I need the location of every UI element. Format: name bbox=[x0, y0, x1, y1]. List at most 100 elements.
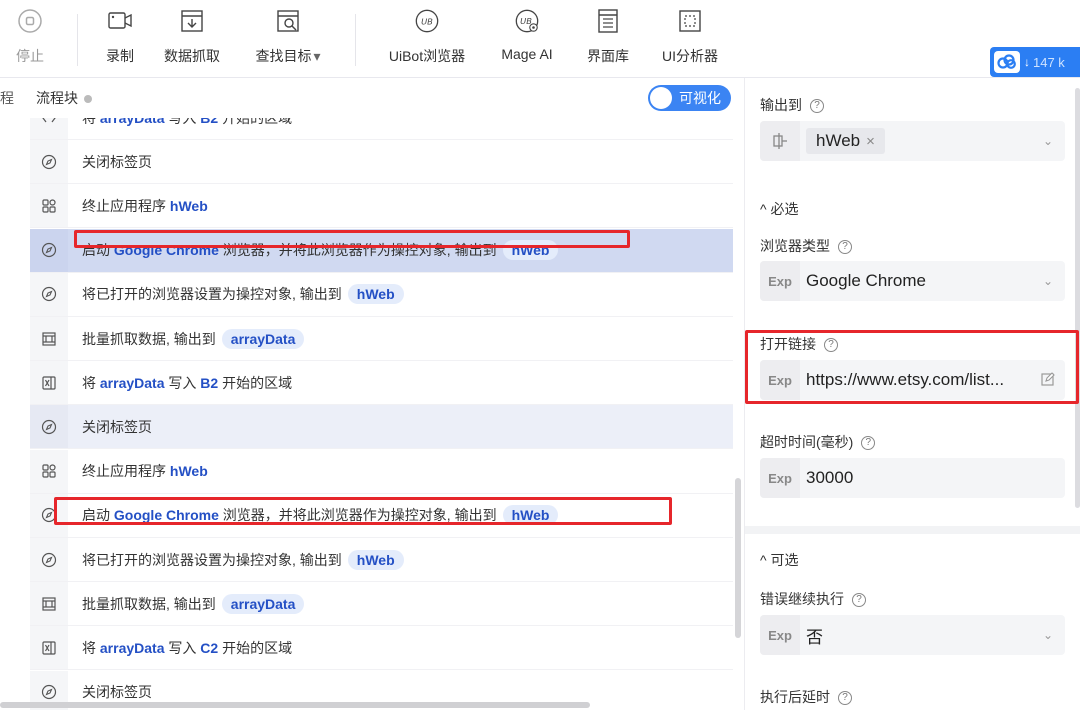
command-text-part: 将 bbox=[82, 118, 100, 126]
command-keyword: B2 bbox=[200, 118, 218, 126]
output-variable-pill[interactable]: arrayData bbox=[221, 593, 305, 614]
command-text-part: 浏览器，并将此浏览器作为操控对象, 输出到 bbox=[218, 507, 497, 524]
stop-icon bbox=[17, 8, 43, 34]
command-text: 将已打开的浏览器设置为操控对象, 输出到 hWeb bbox=[82, 284, 404, 305]
toolbar-divider bbox=[77, 14, 78, 66]
command-text-part: 写入 bbox=[164, 374, 201, 391]
mage-ai-icon: UB bbox=[514, 8, 540, 34]
help-icon[interactable]: ? bbox=[838, 691, 852, 706]
command-row[interactable]: 批量抓取数据, 输出到 arrayData bbox=[30, 317, 733, 361]
command-text: 启动 Google Chrome 浏览器，并将此浏览器作为操控对象, 输出到 hW… bbox=[82, 505, 559, 526]
command-text-part: 写入 bbox=[164, 639, 201, 656]
command-row[interactable]: 将 arrayData 写入 B2 开始的区域 bbox=[30, 361, 733, 406]
apps-icon bbox=[30, 184, 68, 228]
mage-ai-button[interactable]: UB Mage AI bbox=[497, 0, 557, 78]
chevron-down-icon[interactable]: ⌄ bbox=[1031, 274, 1065, 288]
toolbar-divider bbox=[355, 14, 356, 66]
command-row[interactable]: 关闭标签页 bbox=[30, 140, 733, 185]
command-row[interactable]: 将 arrayData 写入 B2 开始的区域 bbox=[30, 118, 733, 140]
data-grab-label: 数据抓取 bbox=[164, 48, 220, 64]
output-variable-pill[interactable]: hWeb bbox=[347, 549, 404, 570]
command-keyword: hWeb bbox=[169, 197, 208, 214]
data-grab-button[interactable]: 数据抓取 bbox=[162, 0, 222, 78]
compass-icon bbox=[30, 493, 68, 537]
command-text-part: 写入 bbox=[165, 118, 201, 126]
command-text-part: 关闭标签页 bbox=[82, 418, 152, 435]
continue-on-error-label: 错误继续执行 bbox=[760, 591, 844, 607]
command-row[interactable]: 将 arrayData 写入 C2 开始的区域 bbox=[30, 626, 733, 671]
visualize-toggle[interactable]: 可视化 bbox=[648, 85, 731, 111]
chevron-down-icon[interactable]: ⌄ bbox=[1031, 628, 1065, 642]
command-text-part: 将 bbox=[82, 639, 100, 656]
stop-button[interactable]: 停止 bbox=[12, 0, 48, 78]
svg-text:UB: UB bbox=[520, 16, 532, 26]
close-icon[interactable]: × bbox=[866, 133, 875, 150]
vertical-scrollbar[interactable] bbox=[735, 478, 741, 638]
exp-toggle[interactable]: Exp bbox=[760, 360, 800, 400]
output-select[interactable]: hWeb × ⌄ bbox=[760, 121, 1065, 161]
open-link-input[interactable]: Exp https://www.etsy.com/list... bbox=[760, 360, 1065, 400]
find-target-button[interactable]: 查找目标 ▾ bbox=[250, 0, 326, 78]
command-row[interactable]: 将已打开的浏览器设置为操控对象, 输出到 hWeb bbox=[30, 272, 733, 317]
record-button[interactable]: 录制 bbox=[103, 0, 137, 78]
command-text: 将 arrayData 写入 B2 开始的区域 bbox=[82, 373, 292, 393]
output-variable-pill[interactable]: arrayData bbox=[221, 328, 305, 349]
required-section-header[interactable]: ^ 必选 bbox=[760, 199, 798, 219]
find-target-label-wrap: 查找目标 ▾ bbox=[255, 46, 320, 66]
browser-type-select[interactable]: Exp Google Chrome ⌄ bbox=[760, 261, 1065, 301]
help-icon[interactable]: ? bbox=[861, 436, 876, 451]
command-text-part: 开始的区域 bbox=[218, 639, 293, 656]
command-text: 关闭标签页 bbox=[82, 682, 152, 702]
help-icon[interactable]: ? bbox=[838, 240, 852, 255]
uibot-browser-button[interactable]: UB UiBot浏览器 bbox=[385, 0, 469, 78]
arrow-down-icon: ↓ bbox=[1024, 55, 1030, 69]
command-text-part: 将已打开的浏览器设置为操控对象, 输出到 bbox=[82, 551, 342, 568]
exp-toggle[interactable]: Exp bbox=[760, 458, 800, 498]
delay-after-label-row: 执行后延时? bbox=[760, 687, 852, 707]
browser-type-label-row: 浏览器类型? bbox=[760, 236, 852, 256]
timeout-value: 30000 bbox=[806, 468, 854, 487]
exp-toggle[interactable]: Exp bbox=[760, 261, 800, 301]
command-row[interactable]: 关闭标签页 bbox=[30, 405, 733, 450]
open-link-label-row: 打开链接? bbox=[760, 334, 838, 354]
command-text-part: 批量抓取数据, 输出到 bbox=[82, 330, 216, 347]
output-variable-pill[interactable]: hWeb bbox=[347, 284, 404, 305]
command-keyword: B2 bbox=[200, 374, 219, 391]
apps-icon bbox=[30, 449, 68, 493]
help-icon[interactable]: ? bbox=[810, 99, 824, 114]
exp-toggle[interactable]: Exp bbox=[760, 615, 800, 655]
tab-flow-block[interactable]: 流程块 bbox=[28, 78, 100, 118]
timeout-input[interactable]: Exp 30000 bbox=[760, 458, 1065, 498]
tab-flow[interactable]: 程 bbox=[0, 88, 14, 108]
command-row[interactable]: 批量抓取数据, 输出到 arrayData bbox=[30, 582, 733, 627]
help-icon[interactable]: ? bbox=[824, 338, 838, 353]
output-variable-pill[interactable]: hWeb bbox=[502, 240, 559, 261]
command-text-part: 将已打开的浏览器设置为操控对象, 输出到 bbox=[82, 286, 342, 303]
stop-label: 停止 bbox=[16, 48, 44, 64]
output-chip[interactable]: hWeb × bbox=[806, 128, 885, 154]
command-row[interactable]: 终止应用程序 hWeb bbox=[30, 184, 733, 229]
ui-analyzer-button[interactable]: UI分析器 bbox=[659, 0, 721, 78]
cloud-badge[interactable]: ↓ 147 k bbox=[990, 47, 1080, 77]
optional-section-header[interactable]: ^ 可选 bbox=[760, 550, 798, 570]
uibot-browser-label: UiBot浏览器 bbox=[388, 48, 466, 64]
output-variable-pill[interactable]: hWeb bbox=[502, 505, 559, 526]
output-label-row: 输出到? bbox=[760, 95, 824, 115]
required-section-label: 必选 bbox=[770, 201, 799, 217]
ui-library-button[interactable]: 界面库 bbox=[586, 0, 630, 78]
continue-on-error-select[interactable]: Exp 否 ⌄ bbox=[760, 615, 1065, 655]
help-icon[interactable]: ? bbox=[852, 593, 866, 608]
properties-scrollbar[interactable] bbox=[1075, 88, 1080, 508]
command-row[interactable]: 终止应用程序 hWeb bbox=[30, 449, 733, 494]
command-text: 关闭标签页 bbox=[82, 417, 152, 437]
command-row[interactable]: 启动 Google Chrome 浏览器，并将此浏览器作为操控对象, 输出到 hW… bbox=[30, 493, 733, 538]
unsaved-dot-icon bbox=[84, 95, 92, 104]
command-keyword: Google Chrome bbox=[113, 507, 219, 524]
edit-icon[interactable] bbox=[1031, 371, 1065, 389]
command-text: 关闭标签页 bbox=[82, 152, 152, 172]
properties-panel: 输出到? hWeb × ⌄ ^ 必选 浏览器类型? Exp Google Chro… bbox=[744, 78, 1080, 710]
command-row[interactable]: 将已打开的浏览器设置为操控对象, 输出到 hWeb bbox=[30, 538, 733, 582]
chevron-down-icon[interactable]: ⌄ bbox=[1031, 134, 1065, 148]
command-row[interactable]: 启动 Google Chrome 浏览器，并将此浏览器作为操控对象, 输出到 hW… bbox=[30, 228, 733, 273]
horizontal-scrollbar[interactable] bbox=[0, 702, 590, 708]
